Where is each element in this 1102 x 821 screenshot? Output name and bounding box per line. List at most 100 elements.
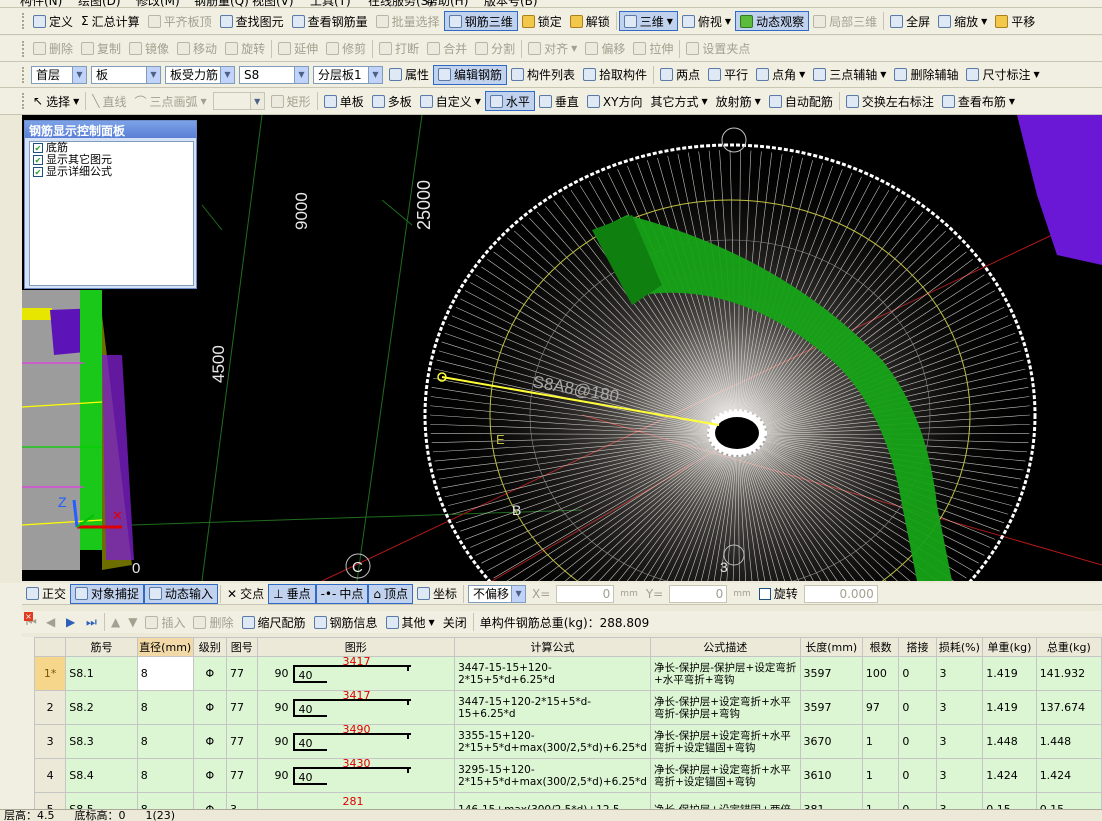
cell-length[interactable]: 3597 <box>799 656 863 691</box>
cell-shape[interactable]: 90 40 3430 <box>256 758 456 793</box>
cell-formula[interactable]: 3447-15+120-2*15+5*d-15+6.25*d <box>454 690 651 725</box>
cell-diameter[interactable]: 8 <box>136 690 194 725</box>
perp-button[interactable]: ⊥ 垂点 <box>268 583 316 604</box>
cell-description[interactable]: 净长-保护层+设定弯折+水平弯折-保护层+弯钩 <box>649 690 801 725</box>
cell-length[interactable]: 3670 <box>799 724 863 759</box>
cell-lap[interactable]: 0 <box>898 758 937 793</box>
trim-button[interactable]: 修剪 <box>322 39 370 59</box>
cell-shape[interactable]: 90 40 3417 <box>256 656 456 691</box>
zoom-button[interactable]: 缩放 ▼ <box>934 11 991 31</box>
dim-label-button[interactable]: 尺寸标注 ▼ <box>962 65 1043 85</box>
rotate-button[interactable]: 旋转 <box>221 39 269 59</box>
category-select[interactable]: 板 ▼ <box>91 65 161 84</box>
cell-total-weight[interactable]: 0.15 <box>1035 792 1102 809</box>
pan-button[interactable]: 平移 <box>991 11 1039 31</box>
cell-description[interactable]: 净长-保护层-保护层+设定弯折+水平弯折+弯钩 <box>649 656 801 691</box>
intersect-button[interactable]: ✕ 交点 <box>223 584 268 604</box>
align-button[interactable]: 对齐 ▼ <box>524 39 581 59</box>
cell-count[interactable]: 97 <box>861 690 900 725</box>
move-button[interactable]: 移动 <box>173 39 221 59</box>
point-angle-button[interactable]: 点角 ▼ <box>752 65 809 85</box>
offset-mode-select[interactable]: 不偏移 ▼ <box>468 584 527 603</box>
cell-formula[interactable]: 3355-15+120-2*15+5*d+max(300/2,5*d)+6.25… <box>454 724 651 759</box>
column-header[interactable] <box>34 637 67 657</box>
prev-record-icon[interactable]: ◀ <box>42 612 62 632</box>
midpoint-button[interactable]: -•- 中点 <box>315 583 369 604</box>
cell-lap[interactable]: 0 <box>898 792 937 809</box>
panel-title[interactable]: 钢筋显示控制面板 <box>25 121 196 138</box>
stretch-button[interactable]: 拉伸 <box>629 39 677 59</box>
cell-grade[interactable]: Φ <box>192 690 227 725</box>
menu-item[interactable]: 修改(M) <box>136 0 180 7</box>
table-row[interactable]: 2 S8.2 8 Φ 77 90 40 3417 3447-15+120-2*15+5*d-15… <box>34 690 1102 725</box>
dyn-input-button[interactable]: 动态输入 <box>144 583 219 604</box>
two-points-button[interactable]: 两点 <box>656 65 704 85</box>
cell-description[interactable]: 净长-保护层+设定弯折+水平弯折+设定锚固+弯钩 <box>649 758 801 793</box>
column-header[interactable]: 级别 <box>192 637 227 657</box>
set-pinch-button[interactable]: 设置夹点 <box>682 39 754 59</box>
toolbar-grip[interactable] <box>22 66 26 83</box>
cell-figure-no[interactable]: 77 <box>225 690 258 725</box>
cell-grade[interactable]: Φ <box>192 656 227 691</box>
column-header[interactable]: 图形 <box>256 637 456 657</box>
toolbar-grip[interactable] <box>22 40 26 57</box>
ortho-button[interactable]: 正交 <box>22 584 70 604</box>
column-header[interactable]: 总重(kg) <box>1035 637 1102 657</box>
cell-grade[interactable]: Φ <box>192 724 227 759</box>
split-button[interactable]: 分割 <box>471 39 519 59</box>
close-grid-button[interactable]: 关闭 <box>439 612 471 632</box>
cell-description[interactable]: 净长-保护层+设定弯折+水平弯折+设定锚固+弯钩 <box>649 724 801 759</box>
copy-button[interactable]: 复制 <box>77 39 125 59</box>
cell-figure-no[interactable]: 77 <box>225 724 258 759</box>
next-record-icon[interactable]: ▶ <box>62 612 82 632</box>
fullscreen-button[interactable]: 全屏 <box>886 11 934 31</box>
other-method-button[interactable]: 其它方式 ▼ <box>646 91 711 111</box>
x-coord-input[interactable]: 0 <box>556 584 615 603</box>
cell-diameter[interactable]: 8 <box>136 758 194 793</box>
row-index[interactable]: 3 <box>34 724 67 759</box>
cell-loss[interactable]: 3 <box>935 758 984 793</box>
menu-item[interactable]: 视图(V) <box>252 0 294 7</box>
cell-bar-no[interactable]: S8.3 <box>65 724 138 759</box>
cell-formula[interactable]: 3295-15+120-2*15+5*d+max(300/2,5*d)+6.25… <box>454 758 651 793</box>
column-header[interactable]: 单重(kg) <box>982 637 1037 657</box>
menu-item[interactable]: 钢筋量(Q) <box>194 0 249 7</box>
element-select[interactable]: S8 ▼ <box>239 65 309 84</box>
cell-count[interactable]: 100 <box>861 656 900 691</box>
edit-rebar-button[interactable]: 编辑钢筋 <box>433 64 508 85</box>
panel-option-detail-formula[interactable]: ✔ 显示详细公式 <box>30 166 193 178</box>
sum-calc-button[interactable]: Σ 汇总计算 <box>77 11 144 31</box>
three-pt-axis-button[interactable]: 三点辅轴 ▼ <box>809 65 890 85</box>
menu-item[interactable]: 构件(N) <box>20 0 62 7</box>
coord-button[interactable]: 坐标 <box>413 584 461 604</box>
cell-formula[interactable]: 146-15+max(300/2,5*d)+12.5 <box>454 792 651 809</box>
offset-button[interactable]: 偏移 <box>581 39 629 59</box>
select-button[interactable]: ↖ 选择 ▼ <box>29 91 83 111</box>
cell-total-weight[interactable]: 137.674 <box>1035 690 1102 725</box>
cell-total-weight[interactable]: 1.424 <box>1035 758 1102 793</box>
cell-grade[interactable]: Φ <box>192 758 227 793</box>
other-button[interactable]: 其他 ▼ <box>382 612 439 632</box>
single-board-button[interactable]: 单板 <box>320 91 368 111</box>
view-rebar-qty-button[interactable]: 查看钢筋量 <box>288 11 372 31</box>
subtype-select[interactable]: 板受力筋 ▼ <box>165 65 235 84</box>
layer-select[interactable]: 分层板1 ▼ <box>313 65 383 84</box>
elem-list-button[interactable]: 构件列表 <box>507 65 579 85</box>
last-record-icon[interactable]: ⏭ <box>82 612 102 632</box>
cell-loss[interactable]: 3 <box>935 690 984 725</box>
cell-total-weight[interactable]: 141.932 <box>1035 656 1102 691</box>
column-header[interactable]: 公式描述 <box>649 637 801 657</box>
lock-button[interactable]: 锁定 <box>518 11 566 31</box>
toolbar-grip[interactable] <box>22 13 26 29</box>
toolbar-grip[interactable] <box>22 93 26 109</box>
multi-board-button[interactable]: 多板 <box>368 91 416 111</box>
cell-diameter[interactable]: 8 <box>136 724 194 759</box>
vertex-button[interactable]: ⌂ 顶点 <box>368 583 413 604</box>
cell-lap[interactable]: 0 <box>898 690 937 725</box>
cell-unit-weight[interactable]: 1.448 <box>982 724 1037 759</box>
cell-loss[interactable]: 3 <box>935 656 984 691</box>
line-button[interactable]: ╲ 直线 <box>88 91 130 111</box>
horizontal-button[interactable]: 水平 <box>484 91 535 111</box>
auto-rebar-button[interactable]: 自动配筋 <box>765 91 837 111</box>
pick-elem-button[interactable]: 拾取构件 <box>579 65 651 85</box>
